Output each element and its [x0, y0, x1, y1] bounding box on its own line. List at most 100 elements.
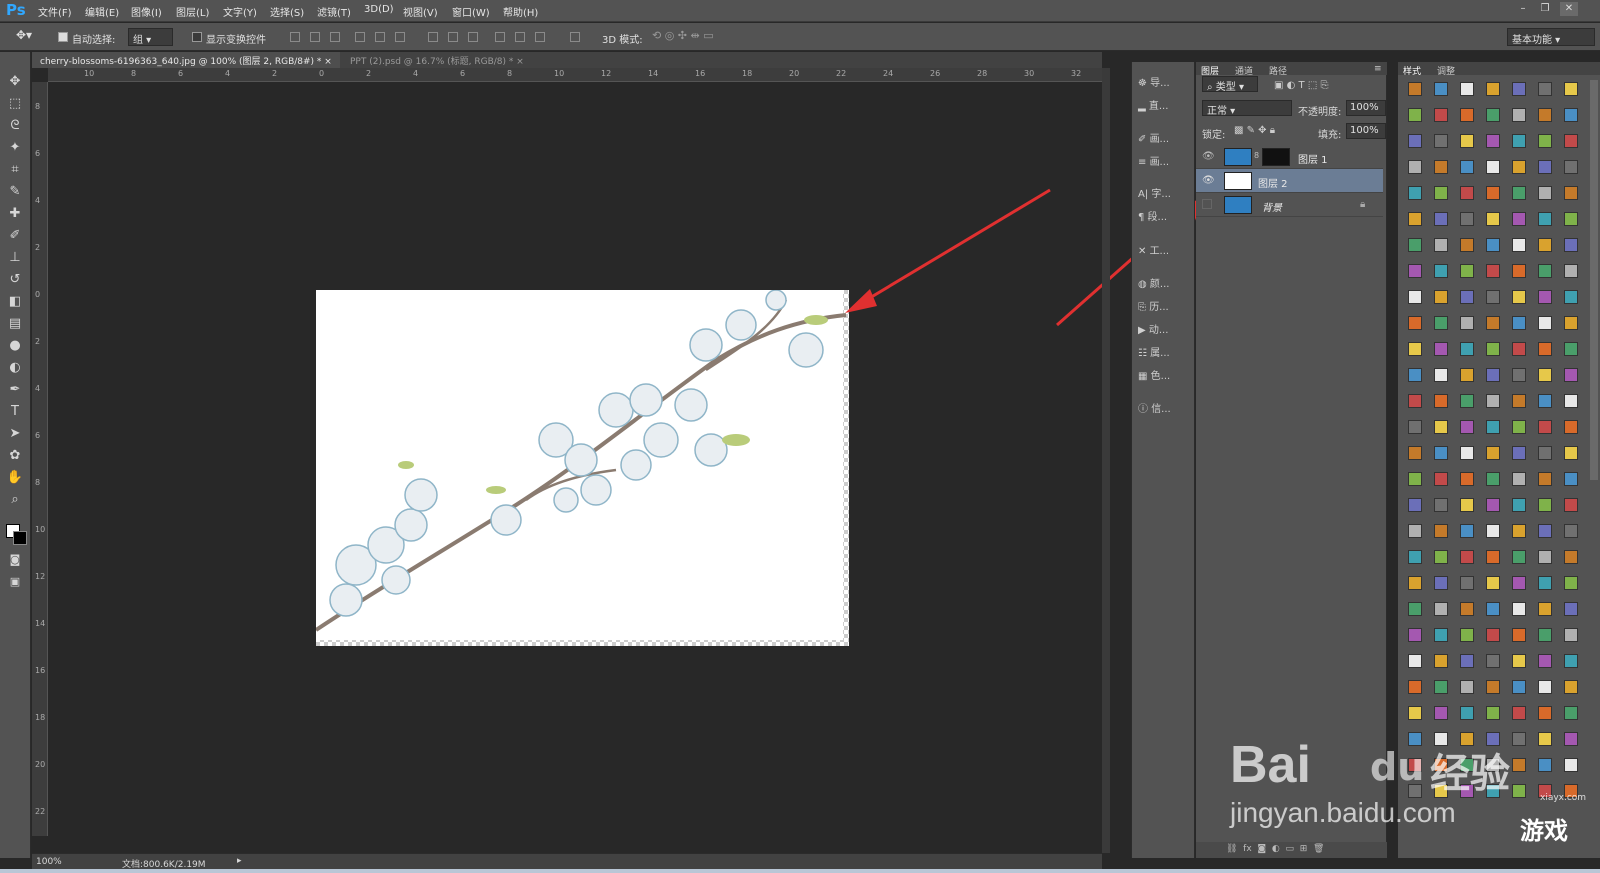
style-swatch[interactable] — [1564, 446, 1578, 460]
align-right-icon[interactable] — [395, 32, 405, 42]
style-swatch[interactable] — [1486, 602, 1500, 616]
layer-mask-thumbnail[interactable] — [1262, 148, 1290, 166]
style-swatch[interactable] — [1408, 108, 1422, 122]
style-swatch[interactable] — [1408, 498, 1422, 512]
clone-stamp-tool-icon[interactable]: ⊥ — [4, 248, 26, 268]
style-swatch[interactable] — [1434, 160, 1448, 174]
menu-image[interactable]: 图像(I) — [131, 4, 162, 19]
style-swatch[interactable] — [1512, 108, 1526, 122]
style-swatch[interactable] — [1538, 654, 1552, 668]
style-swatch[interactable] — [1538, 108, 1552, 122]
gradient-tool-icon[interactable]: ▤ — [4, 314, 26, 334]
style-swatch[interactable] — [1460, 212, 1474, 226]
style-swatch[interactable] — [1434, 238, 1448, 252]
style-swatch[interactable] — [1564, 238, 1578, 252]
style-swatch[interactable] — [1408, 472, 1422, 486]
dodge-tool-icon[interactable]: ◐ — [4, 358, 26, 378]
path-select-tool-icon[interactable]: ➤ — [4, 424, 26, 444]
style-swatch[interactable] — [1486, 316, 1500, 330]
style-swatch[interactable] — [1564, 550, 1578, 564]
close-icon[interactable]: ✕ — [1560, 2, 1578, 16]
style-swatch[interactable] — [1408, 212, 1422, 226]
style-swatch[interactable] — [1460, 134, 1474, 148]
document-canvas[interactable] — [314, 289, 849, 646]
style-swatch[interactable] — [1486, 654, 1500, 668]
style-swatch[interactable] — [1538, 394, 1552, 408]
style-swatch[interactable] — [1486, 706, 1500, 720]
style-swatch[interactable] — [1486, 108, 1500, 122]
background-color-icon[interactable] — [13, 531, 27, 545]
style-swatch[interactable] — [1408, 82, 1422, 96]
style-swatch[interactable] — [1512, 186, 1526, 200]
style-swatch[interactable] — [1512, 368, 1526, 382]
link-icon[interactable]: 8 — [1254, 151, 1259, 160]
style-swatch[interactable] — [1434, 420, 1448, 434]
style-swatch[interactable] — [1486, 498, 1500, 512]
adjustment-icon[interactable]: ◐ — [1272, 844, 1280, 854]
style-swatch[interactable] — [1486, 446, 1500, 460]
style-swatch[interactable] — [1408, 394, 1422, 408]
style-swatch[interactable] — [1538, 602, 1552, 616]
style-swatch[interactable] — [1486, 290, 1500, 304]
style-swatch[interactable] — [1486, 212, 1500, 226]
crop-tool-icon[interactable]: ⌗ — [4, 160, 26, 180]
style-swatch[interactable] — [1512, 550, 1526, 564]
style-swatch[interactable] — [1538, 628, 1552, 642]
type-tool-icon[interactable]: T — [4, 402, 26, 422]
shape-tool-icon[interactable]: ✿ — [4, 446, 26, 466]
opacity-input[interactable]: 100% — [1346, 100, 1386, 116]
style-swatch[interactable] — [1538, 290, 1552, 304]
style-swatch[interactable] — [1486, 394, 1500, 408]
style-swatch[interactable] — [1460, 576, 1474, 590]
style-swatch[interactable] — [1460, 628, 1474, 642]
style-swatch[interactable] — [1538, 472, 1552, 486]
style-swatch[interactable] — [1538, 420, 1552, 434]
style-swatch[interactable] — [1538, 160, 1552, 174]
menu-type[interactable]: 文字(Y) — [223, 4, 257, 19]
style-swatch[interactable] — [1564, 134, 1578, 148]
move-tool-icon[interactable]: ✥ — [4, 72, 26, 92]
style-swatch[interactable] — [1434, 524, 1448, 538]
style-swatch[interactable] — [1486, 524, 1500, 538]
style-swatch[interactable] — [1408, 290, 1422, 304]
style-swatch[interactable] — [1512, 342, 1526, 356]
layer-name[interactable]: 图层 2 — [1258, 175, 1288, 190]
style-swatch[interactable] — [1408, 420, 1422, 434]
style-swatch[interactable] — [1512, 680, 1526, 694]
style-swatch[interactable] — [1434, 446, 1448, 460]
style-swatch[interactable] — [1512, 498, 1526, 512]
style-swatch[interactable] — [1512, 602, 1526, 616]
style-swatch[interactable] — [1434, 316, 1448, 330]
zoom-level[interactable]: 100% — [36, 857, 62, 867]
style-swatch[interactable] — [1434, 186, 1448, 200]
eye-icon[interactable]: 👁︎ — [1202, 175, 1215, 186]
panel-navigator[interactable]: ☸ 导... — [1138, 74, 1190, 92]
style-swatch[interactable] — [1434, 368, 1448, 382]
style-swatch[interactable] — [1460, 602, 1474, 616]
style-swatch[interactable] — [1564, 290, 1578, 304]
auto-align-icon[interactable] — [570, 32, 580, 42]
style-swatch[interactable] — [1512, 212, 1526, 226]
menu-file[interactable]: 文件(F) — [38, 4, 72, 19]
style-swatch[interactable] — [1434, 706, 1448, 720]
style-swatch[interactable] — [1460, 420, 1474, 434]
style-swatch[interactable] — [1512, 290, 1526, 304]
style-swatch[interactable] — [1512, 576, 1526, 590]
status-menu-icon[interactable]: ▸ — [237, 856, 242, 866]
align-hcenter-icon[interactable] — [375, 32, 385, 42]
3d-mode-icons[interactable]: ⟲ ◎ ✣ ⇹ ▭ — [652, 29, 714, 42]
show-transform-checkbox[interactable] — [192, 32, 202, 42]
hand-tool-icon[interactable]: ✋ — [4, 468, 26, 488]
eyedropper-tool-icon[interactable]: ✎ — [4, 182, 26, 202]
style-swatch[interactable] — [1460, 186, 1474, 200]
style-swatch[interactable] — [1512, 238, 1526, 252]
style-swatch[interactable] — [1564, 394, 1578, 408]
restore-icon[interactable]: ❐ — [1536, 2, 1554, 16]
style-swatch[interactable] — [1408, 264, 1422, 278]
style-swatch[interactable] — [1408, 316, 1422, 330]
style-swatch[interactable] — [1538, 498, 1552, 512]
tab-paths[interactable]: 路径 — [1266, 62, 1290, 79]
panel-brush[interactable]: ✐ 画... — [1138, 130, 1190, 148]
layer-name[interactable]: 背景 — [1262, 199, 1282, 214]
style-swatch[interactable] — [1564, 316, 1578, 330]
